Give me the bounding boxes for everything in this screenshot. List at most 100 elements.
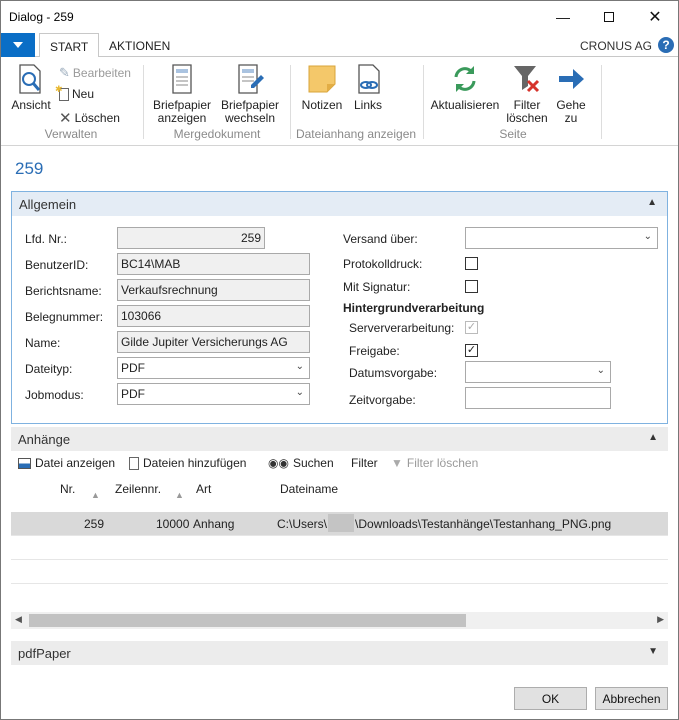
table-row[interactable]: 259 10000 Anhang C:\Users\ \Downloads\Tes… [11, 512, 668, 536]
chevron-down-icon: ⌄ [643, 231, 652, 242]
belegnummer-label: Belegnummer: [25, 310, 104, 324]
versand-label: Versand über: [343, 232, 418, 246]
name-field[interactable]: Gilde Jupiter Versicherungs AG [117, 331, 310, 353]
window-title: Dialog - 259 [9, 10, 74, 24]
filter-button[interactable]: Filter [351, 456, 378, 470]
column-header-dateiname[interactable]: Dateiname [280, 482, 338, 496]
signatur-checkbox[interactable] [465, 280, 478, 293]
aktualisieren-button[interactable]: Aktualisieren [429, 63, 501, 112]
datei-anzeigen-label: Datei anzeigen [35, 456, 116, 470]
sort-arrow-icon: ▲ [91, 490, 100, 500]
serververarbeitung-label: Serververarbeitung: [349, 321, 455, 335]
pencil-icon: ✎ [59, 65, 70, 80]
neu-button[interactable]: ✱ Neu [55, 84, 95, 102]
datei-anzeigen-button[interactable]: Datei anzeigen [18, 456, 115, 470]
new-document-icon [129, 456, 139, 470]
minimize-button[interactable]: — [540, 1, 586, 33]
berichtsname-field[interactable]: Verkaufsrechnung [117, 279, 310, 301]
serververarbeitung-checkbox: ✓ [465, 321, 478, 334]
zeitvorgabe-field[interactable] [465, 387, 611, 409]
ribbon-group-seite: Aktualisieren Filter löschen Gehe zu Sei… [427, 61, 599, 143]
close-button[interactable]: ✕ [632, 1, 678, 33]
benutzerid-label: BenutzerID: [25, 258, 89, 272]
chevron-up-icon: ▲ [648, 432, 658, 443]
horizontal-scrollbar[interactable]: ◀ ▶ [11, 612, 668, 629]
dateien-hinzufuegen-button[interactable]: Dateien hinzufügen [129, 456, 246, 470]
scroll-left-icon[interactable]: ◀ [15, 614, 22, 625]
filter-loeschen-label-1: Filter [513, 98, 541, 112]
ribbon: Ansicht ✎ Bearbeiten ✱ Neu ✕ Löschen Ver… [1, 57, 678, 146]
anhaenge-toolbar: Datei anzeigen Dateien hinzufügen ◉◉ Suc… [11, 452, 668, 476]
filter-loeschen-button[interactable]: Filter löschen [503, 63, 551, 125]
scrollbar-thumb[interactable] [29, 614, 466, 627]
column-header-nr[interactable]: Nr. [60, 482, 75, 496]
briefpapier-wechseln-button[interactable]: Briefpapier wechseln [217, 63, 283, 125]
group-label-seite: Seite [499, 127, 527, 141]
versand-select[interactable]: ⌄ [465, 227, 658, 249]
tab-aktionen[interactable]: AKTIONEN [99, 33, 180, 58]
neu-label: Neu [72, 87, 95, 101]
suchen-button[interactable]: ◉◉ Suchen [268, 456, 334, 470]
tab-start[interactable]: START [39, 33, 100, 58]
dateityp-select[interactable]: PDF ⌄ [117, 357, 310, 379]
column-header-art[interactable]: Art [196, 482, 211, 496]
letterhead-icon [172, 64, 192, 94]
fasttab-allgemein: Allgemein ▲ Lfd. Nr.: 259 BenutzerID: BC… [11, 191, 668, 424]
arrow-right-icon [559, 69, 584, 89]
briefpapier-anzeigen-button[interactable]: Briefpapier anzeigen [149, 63, 215, 125]
page-title: 259 [15, 159, 44, 178]
title-bar: Dialog - 259 — ✕ [1, 1, 678, 33]
jobmodus-label: Jobmodus: [25, 388, 84, 402]
table-row[interactable] [11, 584, 668, 608]
fasttab-pdfpaper: pdfPaper ▼ [11, 641, 668, 665]
chevron-down-icon: ⌄ [295, 387, 304, 398]
clear-filter-icon [514, 66, 540, 93]
ok-button[interactable]: OK [514, 687, 587, 710]
benutzerid-field[interactable]: BC14\MAB [117, 253, 310, 275]
table-row[interactable] [11, 536, 668, 560]
belegnummer-field[interactable]: 103066 [117, 305, 310, 327]
maximize-button[interactable] [586, 1, 632, 33]
gehe-zu-button[interactable]: Gehe zu [553, 63, 589, 125]
freigabe-checkbox[interactable]: ✓ [465, 344, 478, 357]
fasttab-header-allgemein[interactable]: Allgemein ▲ [12, 192, 667, 216]
aktualisieren-label: Aktualisieren [430, 98, 500, 112]
protokolldruck-checkbox[interactable] [465, 257, 478, 270]
name-label: Name: [25, 336, 61, 350]
notizen-button[interactable]: Notizen [298, 63, 346, 112]
hintergrund-heading: Hintergrundverarbeitung [343, 301, 485, 315]
loeschen-label: Löschen [74, 111, 120, 125]
maximize-icon [604, 12, 614, 22]
help-icon[interactable]: ? [658, 37, 674, 53]
column-header-zeilennr[interactable]: Zeilennr. [115, 482, 161, 496]
dropdown-arrow-icon [13, 42, 23, 48]
lfd-nr-field[interactable]: 259 [117, 227, 265, 249]
dateityp-label: Dateityp: [25, 362, 73, 376]
image-file-icon [18, 457, 31, 469]
app-menu-button[interactable] [1, 33, 35, 57]
filter-loeschen-toolbar-label: Filter löschen [406, 456, 479, 470]
briefpapier-wechseln-label-1: Briefpapier [220, 98, 280, 112]
datumsvorgabe-select[interactable]: ⌄ [465, 361, 611, 383]
scroll-right-icon[interactable]: ▶ [657, 614, 664, 625]
briefpapier-wechseln-label-2: wechseln [224, 111, 276, 125]
protokolldruck-label: Protokolldruck: [343, 257, 423, 271]
jobmodus-select[interactable]: PDF ⌄ [117, 383, 310, 405]
fasttab-title: pdfPaper [18, 645, 71, 661]
fasttab-header-anhaenge[interactable]: Anhänge ▲ [11, 427, 668, 451]
dialog-window: Dialog - 259 — ✕ START AKTIONEN CRONUS A… [0, 0, 679, 720]
ansicht-button[interactable]: Ansicht [7, 63, 55, 112]
abbrechen-button[interactable]: Abbrechen [595, 687, 668, 710]
ribbon-separator [601, 65, 602, 139]
delete-icon: ✕ [59, 110, 72, 127]
ribbon-tabs: START AKTIONEN CRONUS AG ? [1, 33, 678, 58]
bearbeiten-button[interactable]: ✎ Bearbeiten [59, 65, 131, 81]
letterhead-edit-icon [238, 64, 264, 94]
checkmark-icon: ✓ [466, 321, 477, 333]
links-button[interactable]: Links [350, 63, 386, 112]
filter-loeschen-toolbar-button[interactable]: ▼ Filter löschen [391, 456, 478, 470]
loeschen-button[interactable]: ✕ Löschen [59, 109, 120, 127]
table-row[interactable] [11, 560, 668, 584]
company-name[interactable]: CRONUS AG [580, 39, 652, 53]
fasttab-header-pdfpaper[interactable]: pdfPaper ▼ [11, 641, 668, 665]
